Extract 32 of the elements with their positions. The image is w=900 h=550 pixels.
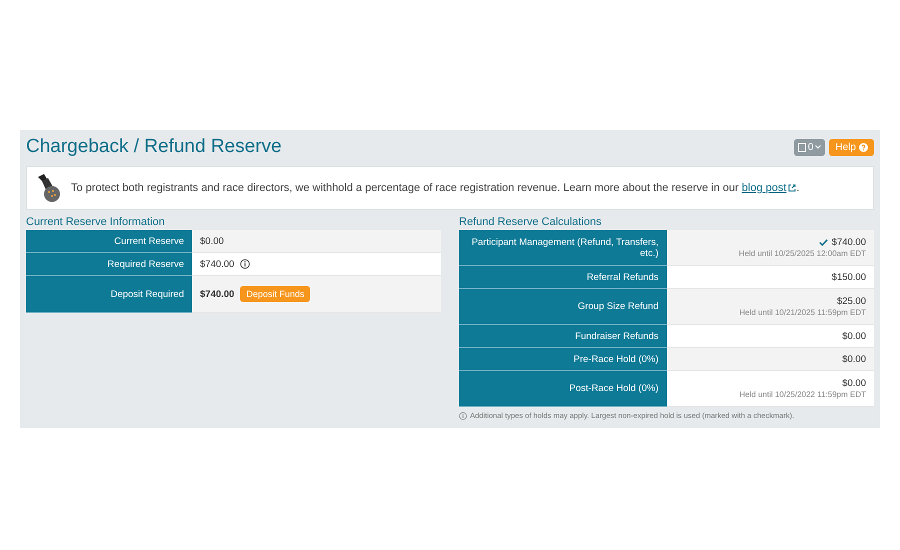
help-button[interactable]: Help bbox=[829, 138, 874, 156]
row-label: Pre-Race Hold (0%) bbox=[459, 348, 666, 371]
blog-post-link[interactable]: blog post bbox=[742, 182, 796, 194]
row-label: Participant Management (Refund, Transfers, etc.) bbox=[459, 230, 666, 266]
row-label: Post-Race Hold (0%) bbox=[459, 371, 666, 407]
page-title: Chargeback / Refund Reserve bbox=[26, 136, 282, 158]
row-label: Referral Refunds bbox=[459, 266, 666, 289]
row-value-cell: $740.00 Deposit Funds bbox=[192, 276, 441, 313]
row-value-cell: $0.00 bbox=[192, 230, 441, 253]
row-label: Current Reserve bbox=[26, 230, 192, 253]
info-icon bbox=[459, 412, 467, 420]
caret-icon bbox=[815, 145, 822, 149]
row-value-cell: $150.00 bbox=[666, 266, 874, 289]
row-label: Fundraiser Refunds bbox=[459, 325, 666, 348]
row-value-cell: $740.00 Held until 10/25/2025 12:00am EDT bbox=[666, 230, 874, 266]
row-value-cell: $0.00 Held until 10/25/2022 11:59pm EDT bbox=[666, 371, 874, 407]
notice-text: To protect both registrants and race directors, we withhold a percentage of race registration revenue. Learn more about the reserve in our blog post . bbox=[71, 182, 800, 194]
section-heading: Current Reserve Information bbox=[26, 216, 166, 228]
document-icon bbox=[798, 142, 806, 152]
counter-button[interactable]: 0 bbox=[794, 138, 826, 156]
row-label: Required Reserve bbox=[26, 253, 192, 276]
section-heading: Refund Reserve Calculations bbox=[459, 216, 602, 228]
info-icon bbox=[240, 259, 250, 269]
help-icon bbox=[859, 142, 868, 152]
deposit-funds-button[interactable]: Deposit Funds bbox=[240, 286, 310, 302]
row-value-cell: $740.00 bbox=[192, 253, 441, 276]
row-label: Deposit Required bbox=[26, 276, 192, 313]
row-value-cell: $25.00 Held until 10/21/2025 11:59pm EDT bbox=[666, 289, 874, 325]
row-value-cell: $0.00 bbox=[666, 348, 874, 371]
external-link-icon bbox=[788, 184, 796, 192]
row-value-cell: $0.00 bbox=[666, 325, 874, 348]
row-label: Group Size Refund bbox=[459, 289, 666, 325]
